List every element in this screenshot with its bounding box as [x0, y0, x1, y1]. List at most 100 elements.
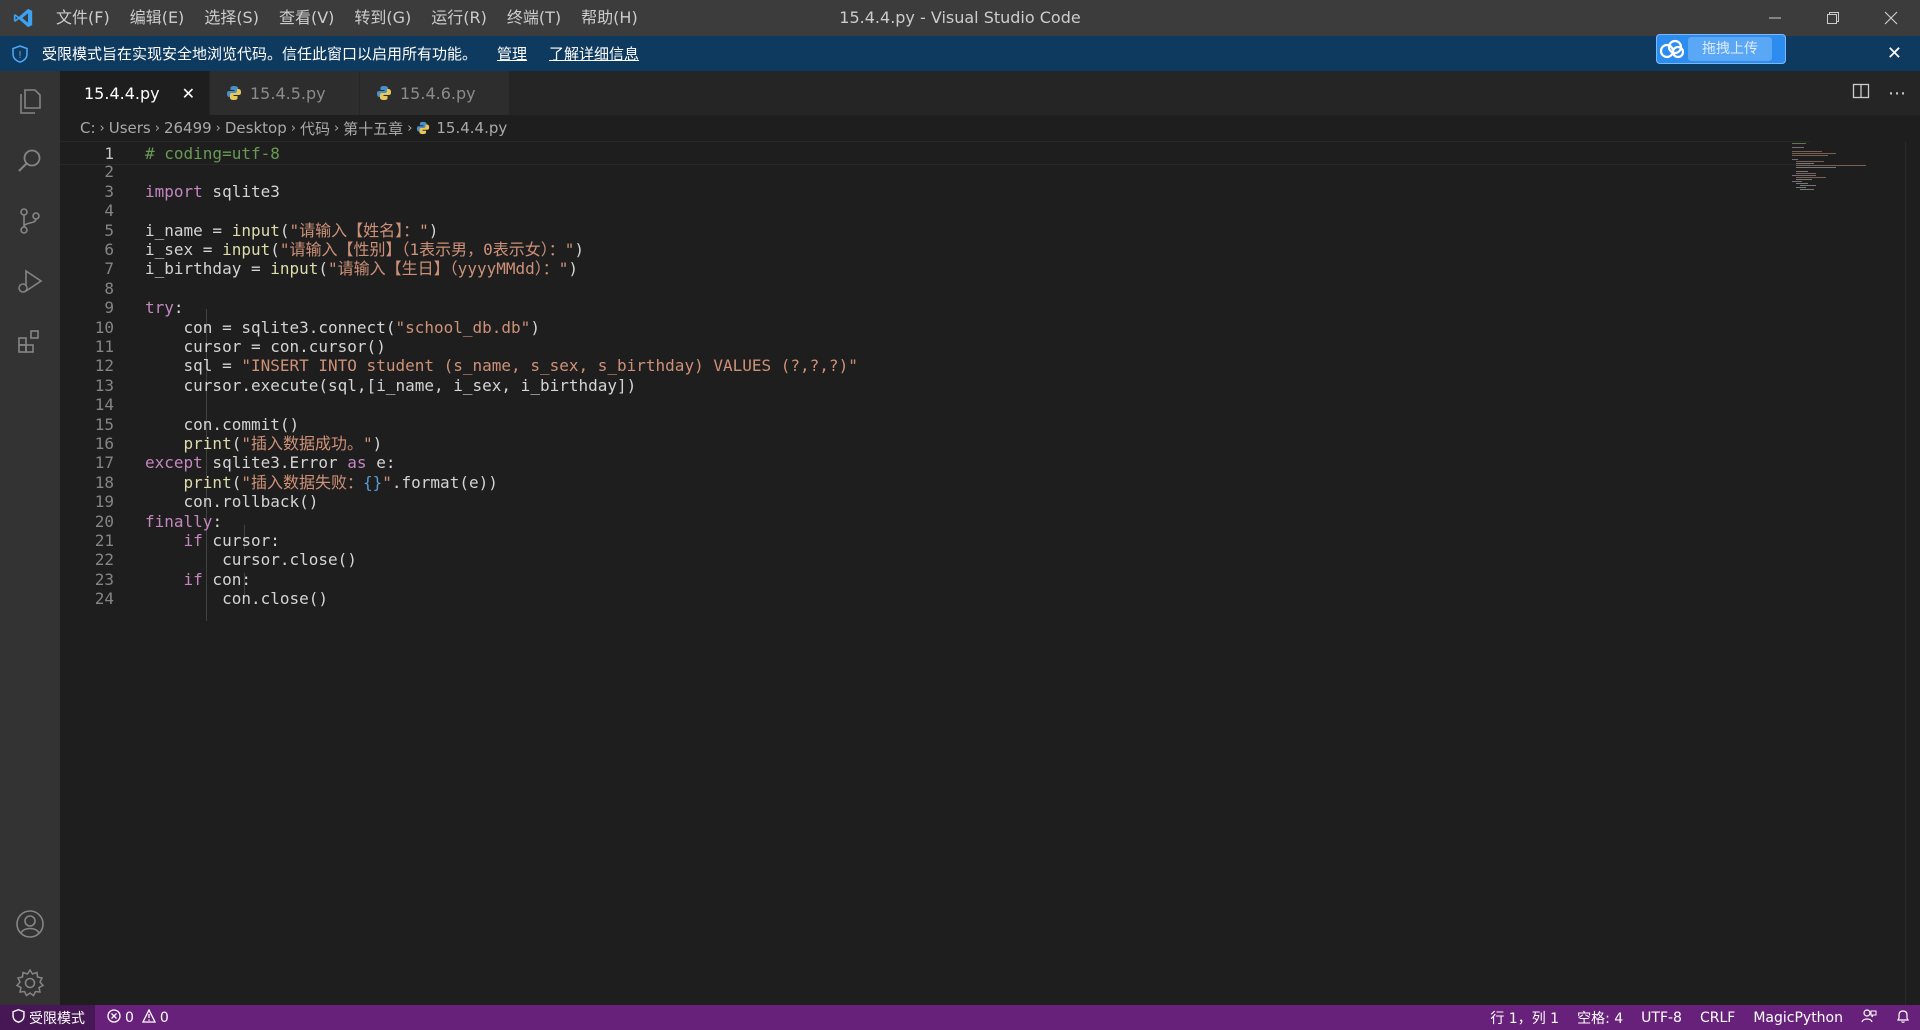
breadcrumb-item[interactable]: 26499: [164, 119, 212, 137]
minimap[interactable]: [1790, 141, 1870, 191]
source-control-icon[interactable]: [0, 191, 60, 251]
code-editor[interactable]: 1 # coding=utf-8 2 3 import sqlite3 4 5 i_name …: [60, 141, 1920, 1005]
upload-label: 拖拽上传: [1688, 37, 1772, 61]
error-icon: [107, 1008, 121, 1027]
code-token: except: [145, 453, 203, 473]
banner-close-icon[interactable]: ✕: [1887, 36, 1902, 71]
code-token: "INSERT INTO student (s_name, s_sex, s_b…: [241, 356, 858, 376]
code-token: cursor = con.cursor(): [145, 337, 386, 356]
language-mode[interactable]: MagicPython: [1744, 1010, 1852, 1026]
banner-message: 受限模式旨在实现安全地浏览代码。信任此窗口以启用所有功能。: [42, 45, 478, 63]
account-icon[interactable]: [0, 894, 60, 954]
menu-item[interactable]: 查看(V): [269, 0, 344, 36]
settings-gear-icon[interactable]: [0, 953, 60, 1013]
editor-actions: ⋯: [1852, 71, 1906, 115]
status-right: 行 1，列 1 空格: 4 UTF-8 CRLF MagicPython: [1481, 1005, 1920, 1030]
code-token: .format(e)): [391, 472, 498, 492]
code-token: print: [183, 472, 232, 492]
tab-close-icon[interactable]: ✕: [182, 84, 195, 103]
breadcrumb-item[interactable]: Desktop: [225, 119, 287, 137]
manage-link[interactable]: 管理: [497, 43, 527, 64]
shield-icon: !: [12, 43, 34, 65]
cursor-position[interactable]: 行 1，列 1: [1481, 1008, 1568, 1028]
tab-label: 15.4.6.py: [400, 83, 476, 103]
indentation[interactable]: 空格: 4: [1568, 1008, 1632, 1028]
restricted-label: 受限模式: [29, 1010, 85, 1027]
vertical-scrollbar[interactable]: [1905, 141, 1920, 1005]
search-icon[interactable]: [0, 131, 60, 191]
line-number: 24: [94, 589, 114, 609]
tab-15-4-4[interactable]: 15.4.4.py ✕: [60, 71, 210, 115]
breadcrumb-item[interactable]: 第十五章: [343, 118, 403, 139]
code-token: con.close(): [145, 589, 329, 609]
code-token: i_birthday =: [145, 259, 271, 279]
code-token: print: [183, 434, 232, 453]
tab-15-4-5[interactable]: 15.4.5.py: [210, 71, 360, 115]
code-token: import: [145, 181, 203, 201]
code-token: ": [382, 472, 392, 492]
menu-item[interactable]: 终端(T): [497, 0, 571, 36]
line-code: con.close(): [145, 587, 328, 611]
breadcrumb-item[interactable]: 代码: [300, 118, 330, 139]
svg-text:!: !: [18, 50, 22, 61]
code-token: sql =: [145, 356, 242, 376]
code-token: if: [183, 531, 203, 550]
shield-icon: [12, 1008, 25, 1027]
menu-item[interactable]: 文件(F): [46, 0, 120, 36]
menu-item[interactable]: 编辑(E): [120, 0, 195, 36]
minimize-button[interactable]: [1746, 0, 1804, 36]
notifications-bell-icon[interactable]: [1886, 1008, 1920, 1028]
code-token: con:: [202, 569, 251, 589]
code-token: if: [183, 569, 203, 589]
editor-tabs: 15.4.4.py ✕ 15.4.5.py 15.4.6.py: [60, 71, 1920, 115]
restore-button[interactable]: [1804, 0, 1862, 36]
code-token: cursor:: [202, 531, 280, 550]
breadcrumb-item[interactable]: C:: [80, 119, 96, 137]
close-window-button[interactable]: [1862, 0, 1920, 36]
code-token: "请输入【姓名】：": [289, 220, 429, 240]
split-editor-icon[interactable]: [1852, 82, 1870, 105]
python-file-icon: [377, 86, 391, 100]
run-debug-icon[interactable]: [0, 251, 60, 311]
tab-15-4-6[interactable]: 15.4.6.py: [360, 71, 510, 115]
menu-item[interactable]: 转到(G): [344, 0, 421, 36]
code-token: ): [568, 259, 579, 279]
code-token: as: [347, 453, 367, 473]
more-actions-icon[interactable]: ⋯: [1888, 83, 1906, 104]
code-token: ): [530, 317, 540, 337]
menu-item[interactable]: 选择(S): [194, 0, 269, 36]
restricted-mode-status[interactable]: 受限模式: [0, 1005, 95, 1030]
extensions-icon[interactable]: [0, 311, 60, 371]
chevron-right-icon: ›: [407, 120, 413, 136]
code-token: try: [145, 298, 174, 318]
tab-label: 15.4.4.py: [84, 83, 160, 103]
warning-count: 0: [159, 1009, 169, 1026]
chevron-right-icon: ›: [154, 120, 160, 136]
status-bar: 受限模式 0 0 行 1，列 1 空格: 4 UTF-8 CRLF MagicP…: [0, 1005, 1920, 1030]
code-token: "插入数据成功。": [241, 434, 373, 453]
code-token: (: [270, 240, 280, 259]
problems-indicator[interactable]: 0 0: [107, 1008, 169, 1027]
breadcrumb-item[interactable]: 15.4.4.py: [436, 119, 507, 137]
code-token: cursor.close(): [145, 550, 357, 570]
breadcrumb-item[interactable]: Users: [109, 119, 151, 137]
menu-item[interactable]: 帮助(H): [571, 0, 648, 36]
restricted-mode-banner: ! 受限模式旨在实现安全地浏览代码。信任此窗口以启用所有功能。 管理 了解详细信…: [0, 36, 1920, 71]
code-line[interactable]: 24 con.close(): [60, 587, 1810, 611]
code-token: con.commit(): [145, 414, 300, 434]
feedback-icon[interactable]: [1852, 1008, 1886, 1028]
code-token: :: [212, 511, 223, 531]
warning-icon: [141, 1008, 156, 1027]
end-of-line[interactable]: CRLF: [1691, 1010, 1744, 1026]
learn-more-link[interactable]: 了解详细信息: [549, 43, 639, 64]
upload-widget[interactable]: 拖拽上传: [1656, 34, 1786, 64]
explorer-icon[interactable]: [0, 71, 60, 131]
code-token: sqlite3.Error: [202, 453, 348, 473]
code-token: i_sex =: [145, 240, 223, 259]
menu-item[interactable]: 运行(R): [421, 0, 497, 36]
encoding[interactable]: UTF-8: [1632, 1010, 1691, 1026]
code-token: e:: [366, 453, 396, 473]
